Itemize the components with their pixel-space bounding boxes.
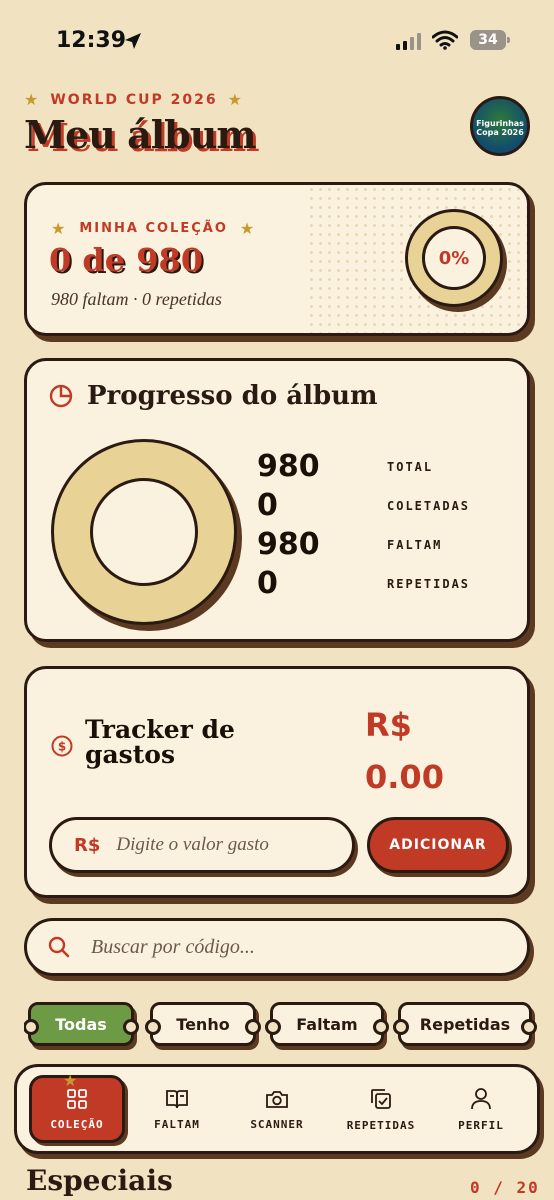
copy-check-icon	[371, 1088, 391, 1109]
location-arrow-icon	[125, 33, 141, 49]
stat-value: 0	[257, 566, 278, 601]
stat-row-repetidas: 0 REPETIDAS	[257, 564, 517, 603]
progress-header: Progresso do álbum	[49, 381, 378, 411]
donut-hole	[90, 478, 198, 586]
book-icon	[166, 1089, 188, 1108]
search-icon	[48, 936, 70, 958]
filter-chip-repetidas[interactable]: Repetidas	[393, 1002, 537, 1046]
collection-subtitle: 980 faltam · 0 repetidas	[51, 289, 222, 309]
filter-chips: Todas Tenho Faltam Repetidas	[24, 1002, 554, 1050]
nav-item-repetidas[interactable]: REPETIDAS	[331, 1075, 431, 1143]
specials-count: 0 / 20	[470, 1178, 540, 1197]
star-icon: ★	[227, 90, 244, 109]
search-input[interactable]: Buscar por código...	[24, 918, 530, 976]
nav-label: FALTAM	[154, 1117, 200, 1131]
stat-row-total: 980 TOTAL	[257, 447, 517, 486]
input-placeholder: Digite o valor gasto	[116, 834, 269, 855]
filter-chip-tenho[interactable]: Tenho	[145, 1002, 261, 1046]
stat-value: 0	[257, 488, 278, 523]
collection-count: 0 de 980	[49, 241, 204, 279]
nav-label: REPETIDAS	[346, 1118, 416, 1132]
stat-row-coletadas: 0 COLETADAS	[257, 486, 517, 525]
search-placeholder: Buscar por código...	[91, 935, 255, 958]
eyebrow-label: WORLD CUP 2026	[50, 91, 218, 108]
camera-icon	[266, 1090, 288, 1108]
svg-text:$: $	[58, 740, 66, 754]
star-icon: ★	[239, 219, 257, 238]
stat-label: TOTAL	[387, 459, 434, 474]
stat-value: 980	[257, 449, 320, 484]
nav-item-perfil[interactable]: PERFIL	[433, 1075, 529, 1143]
status-bar: 12:39 34	[0, 24, 554, 64]
collection-percent: 0%	[422, 226, 486, 290]
tracker-currency: R$	[365, 706, 412, 744]
input-currency: R$	[74, 834, 101, 856]
collection-card: ★ MINHA COLEÇÃO ★ 0 de 980 980 faltam · …	[24, 182, 530, 336]
star-icon: ★	[24, 90, 41, 109]
expense-tracker-card: $ Tracker de gastos R$ 0.00 R$ Digite o …	[24, 666, 530, 898]
nav-label: PERFIL	[458, 1118, 504, 1132]
progress-card: Progresso do álbum 980 TOTAL 0 COLETADAS…	[24, 358, 530, 642]
expense-amount-input[interactable]: R$ Digite o valor gasto	[49, 817, 355, 873]
eyebrow: ★ WORLD CUP 2026 ★	[24, 90, 244, 109]
tracker-amount: R$ 0.00	[365, 699, 444, 803]
star-icon: ★	[51, 219, 68, 238]
stat-label: REPETIDAS	[387, 576, 471, 591]
grid-icon	[67, 1088, 87, 1109]
dollar-icon: $	[51, 735, 73, 761]
filter-chip-faltam[interactable]: Faltam	[265, 1002, 389, 1046]
stat-label: COLETADAS	[387, 498, 471, 513]
progress-stats: 980 TOTAL 0 COLETADAS 980 FALTAM 0 REPET…	[257, 447, 517, 603]
progress-title: Progresso do álbum	[87, 381, 378, 411]
tracker-total: 0.00	[365, 758, 444, 796]
bottom-nav: COLEÇÃO FALTAM SCANNER REPETIDAS PERFIL …	[14, 1064, 540, 1154]
stat-label: FALTAM	[387, 537, 443, 552]
progress-donut	[51, 439, 237, 625]
cellular-signal-icon	[396, 32, 421, 50]
status-time: 12:39	[56, 28, 127, 53]
avatar-logo-text: Figurinhas Copa 2026	[476, 119, 524, 137]
nav-label: COLEÇÃO	[50, 1117, 104, 1131]
tracker-title: Tracker de gastos	[85, 715, 235, 769]
wifi-icon	[432, 30, 458, 50]
user-icon	[471, 1087, 491, 1109]
filter-chip-todas[interactable]: Todas	[24, 1002, 139, 1046]
add-expense-button[interactable]: ADICIONAR	[367, 817, 509, 873]
stat-row-faltam: 980 FALTAM	[257, 525, 517, 564]
collection-kicker: ★ MINHA COLEÇÃO ★	[51, 219, 256, 238]
page-title: Meu álbum	[24, 112, 257, 157]
battery-icon: 34	[470, 30, 510, 50]
avatar[interactable]: Figurinhas Copa 2026	[470, 96, 530, 156]
nav-item-faltam[interactable]: FALTAM	[129, 1075, 225, 1143]
specials-title: Especiais	[26, 1164, 173, 1197]
pie-chart-icon	[49, 384, 73, 408]
stat-value: 980	[257, 527, 320, 562]
nav-label: SCANNER	[250, 1117, 304, 1131]
collection-kicker-label: MINHA COLEÇÃO	[79, 221, 228, 236]
star-icon: ★	[63, 1071, 78, 1090]
nav-item-scanner[interactable]: SCANNER	[229, 1075, 325, 1143]
collection-progress-ring: 0%	[405, 209, 503, 307]
